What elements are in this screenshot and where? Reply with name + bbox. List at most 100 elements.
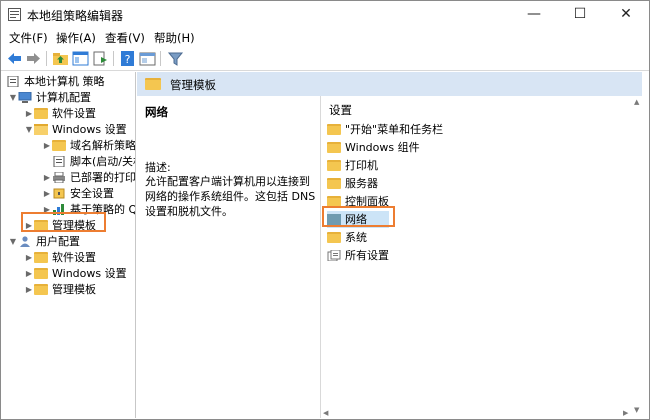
tree-root[interactable]: 本地计算机 策略: [6, 74, 105, 90]
properties-icon[interactable]: [139, 50, 156, 67]
tree-computer-config[interactable]: ▼ 计算机配置: [8, 90, 91, 106]
folder-icon: [327, 232, 341, 243]
folder-icon: [327, 178, 341, 189]
folder-icon: [34, 108, 48, 119]
printer-icon: [53, 172, 65, 183]
tree-user-windows-settings[interactable]: ▶ Windows 设置: [24, 266, 127, 282]
tree-computer-config-label: 计算机配置: [36, 91, 91, 104]
menu-help[interactable]: 帮助(H): [154, 30, 195, 46]
tree-scripts[interactable]: 脚本(启动/关机): [42, 154, 135, 170]
svg-text:?: ?: [125, 53, 131, 66]
description-title: 网络: [145, 105, 168, 119]
folder-icon: [327, 124, 341, 135]
list-item-label: 打印机: [345, 159, 378, 172]
chevron-right-icon[interactable]: ▶: [24, 106, 34, 122]
up-folder-icon[interactable]: [52, 50, 69, 67]
list-item-windows-components[interactable]: Windows 组件: [327, 139, 420, 156]
details-pane: 管理模板 网络 描述: 允许配置客户端计算机用以连接到网络的操作系统组件。这包括…: [137, 72, 642, 418]
chevron-right-icon[interactable]: ▶: [24, 266, 34, 282]
user-icon: [20, 236, 30, 247]
tree-pane: 本地计算机 策略 ▼ 计算机配置 ▶ 软件设置 ▼ Windows 设置 ▶ 域名解析策…: [2, 72, 136, 418]
settings-column-header[interactable]: 设置: [329, 102, 352, 118]
toolbar: ?: [1, 48, 649, 71]
settings-list: 设置 "开始"菜单和任务栏 Windows 组件 打印机 服务器 控制面板 网络…: [323, 96, 633, 418]
script-document-icon: [53, 156, 65, 167]
list-item-label: 所有设置: [345, 249, 389, 262]
details-header: 管理模板: [137, 72, 642, 96]
tree-windows-settings-label: Windows 设置: [52, 123, 127, 136]
open-folder-icon: [34, 124, 48, 135]
tree-user-admin-templates[interactable]: ▶ 管理模板: [24, 282, 96, 298]
help-icon[interactable]: ?: [119, 50, 136, 67]
policy-document-icon: [7, 76, 19, 87]
title-bar: 本地组策略编辑器 — ☐ ✕: [1, 1, 649, 28]
list-item-system[interactable]: 系统: [327, 229, 367, 246]
toolbar-separator: [113, 51, 114, 66]
toolbar-separator: [160, 51, 161, 66]
scroll-up-icon[interactable]: ▲: [634, 98, 639, 106]
scroll-right-icon[interactable]: ▶: [623, 409, 628, 417]
menu-action[interactable]: 操作(A): [56, 30, 96, 46]
list-item-label: Windows 组件: [345, 141, 420, 154]
all-settings-icon: [327, 250, 341, 261]
tree-security-settings-label: 安全设置: [70, 187, 114, 200]
list-item-all-settings[interactable]: 所有设置: [327, 247, 389, 264]
tree-security-settings[interactable]: ▶ 安全设置: [42, 186, 114, 202]
list-item-server[interactable]: 服务器: [327, 175, 378, 192]
toolbar-separator: [46, 51, 47, 66]
tree-software-settings[interactable]: ▶ 软件设置: [24, 106, 96, 122]
tree-user-admin-templates-label: 管理模板: [52, 283, 96, 296]
list-item-printers[interactable]: 打印机: [327, 157, 378, 174]
scroll-left-icon[interactable]: ◀: [323, 409, 328, 417]
highlight-network: [322, 206, 395, 227]
tree-user-windows-settings-label: Windows 设置: [52, 267, 127, 280]
chevron-down-icon[interactable]: ▼: [8, 234, 18, 250]
tree-deployed-printers[interactable]: ▶ 已部署的打印机: [42, 170, 136, 186]
maximize-button[interactable]: ☐: [557, 1, 603, 28]
vertical-scrollbar[interactable]: ▲ ▼: [632, 96, 642, 418]
chevron-right-icon[interactable]: ▶: [42, 186, 52, 202]
chevron-down-icon[interactable]: ▼: [8, 90, 18, 106]
folder-icon: [34, 252, 48, 263]
list-item-label: 服务器: [345, 177, 378, 190]
chevron-right-icon[interactable]: ▶: [24, 282, 34, 298]
tree-user-config[interactable]: ▼ 用户配置: [8, 234, 80, 250]
show-hide-tree-icon[interactable]: [72, 50, 89, 67]
description-text: 允许配置客户端计算机用以连接到网络的操作系统组件。这包括 DNS 设置和脱机文件…: [145, 175, 316, 218]
chevron-right-icon[interactable]: ▶: [24, 250, 34, 266]
folder-icon: [34, 268, 48, 279]
horizontal-scrollbar[interactable]: ◀ ▶: [323, 408, 633, 418]
tree-windows-settings[interactable]: ▼ Windows 设置: [24, 122, 127, 138]
details-header-title: 管理模板: [170, 78, 216, 92]
tree-scripts-label: 脚本(启动/关机): [70, 155, 135, 168]
chevron-down-icon[interactable]: ▼: [24, 122, 34, 138]
menu-file[interactable]: 文件(F): [9, 30, 48, 46]
list-item-label: 系统: [345, 231, 367, 244]
chevron-right-icon[interactable]: ▶: [42, 170, 52, 186]
folder-icon: [327, 160, 341, 171]
pane-divider: [320, 96, 321, 418]
chevron-right-icon[interactable]: ▶: [42, 138, 52, 154]
tree-root-label: 本地计算机 策略: [24, 75, 105, 88]
list-item-label: "开始"菜单和任务栏: [345, 123, 444, 136]
tree-user-software-settings[interactable]: ▶ 软件设置: [24, 250, 96, 266]
computer-icon: [18, 92, 32, 103]
tree-deployed-printers-label: 已部署的打印机: [70, 171, 136, 184]
back-arrow-icon[interactable]: [6, 50, 23, 67]
forward-arrow-icon[interactable]: [25, 50, 42, 67]
menu-view[interactable]: 查看(V): [105, 30, 145, 46]
tree-user-software-settings-label: 软件设置: [52, 251, 96, 264]
export-list-icon[interactable]: [92, 50, 109, 67]
minimize-button[interactable]: —: [511, 1, 557, 28]
security-icon: [53, 188, 65, 199]
window-title: 本地组策略编辑器: [27, 9, 124, 23]
tree-dns-policy[interactable]: ▶ 域名解析策略: [42, 138, 135, 154]
list-item-start-menu[interactable]: "开始"菜单和任务栏: [327, 121, 443, 138]
folder-icon: [34, 284, 48, 295]
description-panel: 网络 描述: 允许配置客户端计算机用以连接到网络的操作系统组件。这包括 DNS …: [137, 96, 320, 418]
tree-user-config-label: 用户配置: [36, 235, 80, 248]
scroll-down-icon[interactable]: ▼: [634, 406, 639, 414]
folder-icon: [145, 78, 161, 90]
close-button[interactable]: ✕: [603, 1, 649, 28]
filter-icon[interactable]: [167, 50, 184, 67]
